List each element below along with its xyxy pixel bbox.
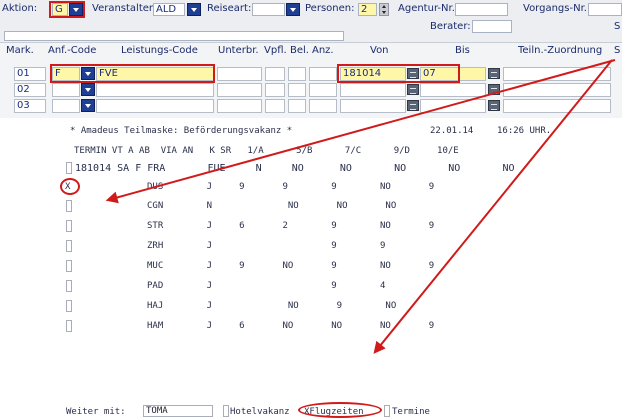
arrow-to-flugzeiten <box>373 59 613 354</box>
arrow-to-x-mark <box>105 59 616 204</box>
annotation-arrows <box>105 59 616 354</box>
